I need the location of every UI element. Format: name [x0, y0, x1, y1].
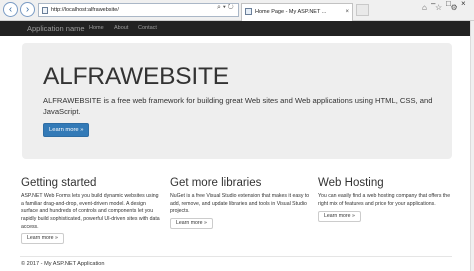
column-heading: Get more libraries — [170, 177, 262, 189]
column-heading: Getting started — [21, 177, 97, 189]
nav-about[interactable]: About — [114, 25, 128, 31]
jumbotron: ALFRAWEBSITE ALFRAWEBSITE is a free web … — [22, 43, 452, 159]
learn-more-getting-started-button[interactable]: Learn more » — [21, 233, 64, 244]
tab-close-icon[interactable]: × — [345, 4, 349, 20]
nav-contact[interactable]: Contact — [138, 25, 157, 31]
jumbotron-title: ALFRAWEBSITE — [43, 63, 229, 90]
column-text: You can easily find a web hosting compan… — [318, 193, 451, 207]
maximize-icon[interactable]: □ — [446, 0, 451, 8]
new-tab-button[interactable] — [356, 4, 369, 16]
column-text: ASP.NET Web Forms lets you build dynamic… — [21, 193, 160, 230]
vertical-scrollbar[interactable] — [470, 21, 474, 271]
column-heading: Web Hosting — [318, 177, 384, 189]
footer-text: © 2017 - My ASP.NET Application — [21, 261, 105, 267]
jumbotron-lead: ALFRAWEBSITE is a free web framework for… — [43, 96, 433, 116]
learn-more-hosting-button[interactable]: Learn more » — [318, 211, 361, 222]
column-web-hosting: Web Hosting You can easily find a web ho… — [318, 177, 458, 208]
site-navbar: Application name Home About Contact — [0, 21, 470, 36]
brand-link[interactable]: Application name — [27, 24, 85, 33]
tab-title: Home Page - My ASP.NET ... — [255, 9, 327, 15]
forward-icon[interactable]: › — [20, 2, 35, 17]
column-get-more-libraries: Get more libraries NuGet is a free Visua… — [170, 177, 310, 216]
close-icon[interactable]: × — [461, 0, 466, 8]
browser-tab[interactable]: Home Page - My ASP.NET ... × — [241, 3, 353, 21]
address-tools[interactable]: ⌕ ▾ ↻ — [217, 4, 234, 12]
tab-page-icon — [245, 8, 252, 15]
address-text: http://localhost:alfrawebsite/ — [51, 7, 119, 13]
column-text: NuGet is a free Visual Studio extension … — [170, 193, 310, 215]
back-icon[interactable]: ‹ — [3, 2, 18, 17]
address-bar[interactable]: http://localhost:alfrawebsite/ — [38, 3, 239, 17]
learn-more-primary-button[interactable]: Learn more » — [43, 123, 90, 137]
minimize-icon[interactable]: – — [431, 0, 435, 8]
footer-divider — [20, 256, 452, 257]
nav-home[interactable]: Home — [89, 25, 104, 31]
column-getting-started: Getting started ASP.NET Web Forms lets y… — [21, 177, 161, 232]
browser-chrome: ‹ › http://localhost:alfrawebsite/ ⌕ ▾ ↻… — [0, 0, 474, 21]
page-icon — [42, 7, 48, 14]
toolbar-icons[interactable]: ⌂ ☆ ⚙ — [422, 3, 461, 12]
learn-more-libraries-button[interactable]: Learn more » — [170, 218, 213, 229]
